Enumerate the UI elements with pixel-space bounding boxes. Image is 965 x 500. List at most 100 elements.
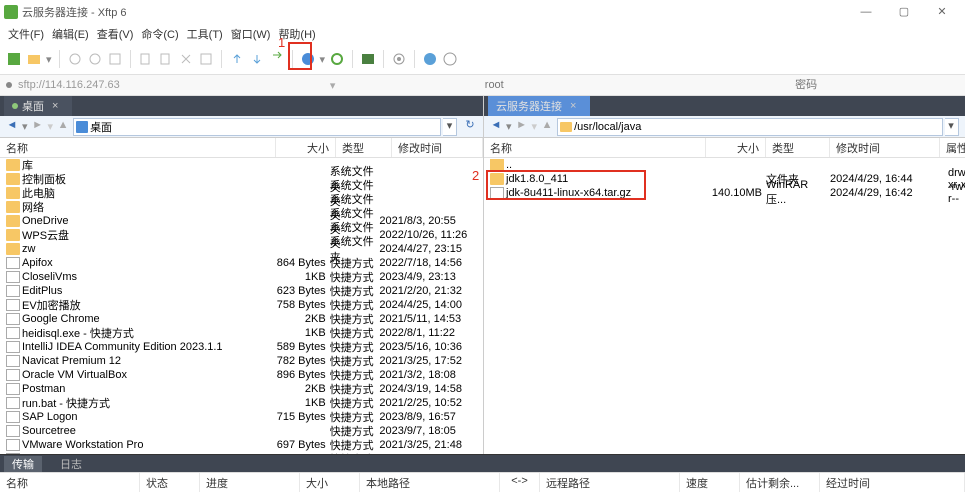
refresh-icon[interactable]	[329, 51, 345, 67]
address-bar: ▾	[0, 74, 965, 96]
st-status[interactable]: 状态	[140, 473, 200, 492]
local-path-box[interactable]: 桌面	[73, 118, 441, 136]
st-name[interactable]: 名称	[0, 473, 140, 492]
copy-icon[interactable]	[138, 51, 154, 67]
list-item[interactable]: VMware Workstation Pro697 Bytes快捷方式2021/…	[0, 438, 483, 452]
list-item[interactable]: IntelliJ IDEA Community Edition 2023.1.1…	[0, 340, 483, 354]
path-dropdown-icon[interactable]: ▾	[443, 118, 457, 136]
open-icon[interactable]	[26, 51, 42, 67]
terminal-icon[interactable]	[360, 51, 376, 67]
help-icon[interactable]	[422, 51, 438, 67]
reconnect-icon[interactable]	[107, 51, 123, 67]
password-input[interactable]	[653, 79, 959, 91]
rcol-attr[interactable]: 属性	[940, 138, 965, 157]
forward-icon[interactable]: ►	[30, 119, 46, 135]
list-item[interactable]: Google Chrome2KB快捷方式2021/5/11, 14:53	[0, 312, 483, 326]
remote-up-icon[interactable]: ▲	[539, 119, 555, 135]
remote-file-list[interactable]: ..jdk1.8.0_411文件夹2024/4/29, 16:44drwxr-x…	[484, 158, 965, 454]
list-item[interactable]: Apifox864 Bytes快捷方式2022/7/18, 14:56	[0, 256, 483, 270]
maximize-button[interactable]: ▢	[885, 2, 923, 22]
disconnect-icon[interactable]	[87, 51, 103, 67]
new-session-icon[interactable]	[6, 51, 22, 67]
list-item[interactable]: 网络系统文件夹	[0, 200, 483, 214]
item-name: 网络	[22, 199, 44, 215]
log-tab[interactable]: 日志	[52, 456, 90, 472]
remote-tab[interactable]: 云服务器连接 ×	[488, 96, 590, 116]
settings-icon[interactable]	[391, 51, 407, 67]
col-type[interactable]: 类型	[336, 138, 392, 157]
list-item[interactable]: EditPlus623 Bytes快捷方式2021/2/20, 21:32	[0, 284, 483, 298]
st-dir[interactable]: <->	[500, 473, 540, 492]
list-item[interactable]: CloseliVms1KB快捷方式2023/4/9, 23:13	[0, 270, 483, 284]
bottom-tabs: 传输 日志	[0, 454, 965, 472]
st-elapsed[interactable]: 经过时间	[820, 473, 965, 492]
list-item[interactable]: OneDrive系统文件夹2021/8/3, 20:55	[0, 214, 483, 228]
rcol-modified[interactable]: 修改时间	[830, 138, 940, 157]
remote-path-box[interactable]: /usr/local/java	[557, 118, 943, 136]
local-refresh-icon[interactable]: ↻	[461, 118, 479, 136]
item-name: SAP Logon	[22, 411, 77, 423]
list-item[interactable]: Postman2KB快捷方式2024/3/19, 14:58	[0, 382, 483, 396]
list-item[interactable]: run.bat - 快捷方式1KB快捷方式2021/2/25, 10:52	[0, 396, 483, 410]
menu-edit[interactable]: 编辑(E)	[50, 26, 91, 42]
up-icon[interactable]: ▲	[55, 119, 71, 135]
list-item[interactable]: SAP Logon715 Bytes快捷方式2023/8/9, 16:57	[0, 410, 483, 424]
remote-tab-close[interactable]: ×	[570, 100, 576, 112]
menu-file[interactable]: 文件(F)	[6, 26, 46, 42]
st-local[interactable]: 本地路径	[360, 473, 500, 492]
item-attr: -rw-r--r--	[940, 181, 965, 205]
sync-icon[interactable]	[269, 51, 285, 67]
folder-icon	[6, 215, 20, 227]
menu-view[interactable]: 查看(V)	[95, 26, 136, 42]
list-item[interactable]: 控制面板系统文件夹	[0, 172, 483, 186]
remote-forward-icon[interactable]: ►	[514, 119, 530, 135]
col-size[interactable]: 大小	[276, 138, 336, 157]
rcol-size[interactable]: 大小	[706, 138, 766, 157]
list-item[interactable]: Sourcetree快捷方式2023/9/7, 18:05	[0, 424, 483, 438]
upload-icon[interactable]	[229, 51, 245, 67]
delete-icon[interactable]	[198, 51, 214, 67]
download-icon[interactable]	[249, 51, 265, 67]
list-item[interactable]: Oracle VM VirtualBox896 Bytes快捷方式2021/3/…	[0, 368, 483, 382]
list-item[interactable]: heidisql.exe - 快捷方式1KB快捷方式2022/8/1, 11:2…	[0, 326, 483, 340]
user-input[interactable]	[341, 79, 647, 91]
transfer-tab[interactable]: 传输	[4, 456, 42, 472]
list-item[interactable]: 此电脑系统文件夹	[0, 186, 483, 200]
local-tab-label: 桌面	[22, 98, 44, 114]
connect-icon[interactable]	[67, 51, 83, 67]
back-icon[interactable]: ◄	[4, 119, 20, 135]
close-button[interactable]: ✕	[923, 2, 961, 22]
menu-window[interactable]: 窗口(W)	[229, 26, 273, 42]
about-icon[interactable]	[442, 51, 458, 67]
rcol-name[interactable]: 名称	[484, 138, 706, 157]
list-item[interactable]: WPS Office1KB快捷方式2022/8/31, 17:49	[0, 452, 483, 454]
menu-tools[interactable]: 工具(T)	[185, 26, 225, 42]
menu-command[interactable]: 命令(C)	[139, 26, 180, 42]
local-file-list[interactable]: 库控制面板系统文件夹此电脑系统文件夹网络系统文件夹OneDrive系统文件夹20…	[0, 158, 483, 454]
minimize-button[interactable]: —	[847, 2, 885, 22]
remote-header: 名称 大小 类型 修改时间 属性	[484, 138, 965, 158]
paste-icon[interactable]	[158, 51, 174, 67]
list-item[interactable]: 库	[0, 158, 483, 172]
cut-icon[interactable]	[178, 51, 194, 67]
host-input[interactable]	[18, 79, 324, 91]
item-size: 1KB	[276, 271, 330, 283]
local-tab-close[interactable]: ×	[52, 100, 58, 112]
col-name[interactable]: 名称	[0, 138, 276, 157]
st-size[interactable]: 大小	[300, 473, 360, 492]
remote-back-icon[interactable]: ◄	[488, 119, 504, 135]
list-item[interactable]: WPS云盘系统文件夹2022/10/26, 11:26	[0, 228, 483, 242]
annotation-label-2: 2	[472, 168, 479, 183]
list-item[interactable]: EV加密播放758 Bytes快捷方式2024/4/25, 14:00	[0, 298, 483, 312]
local-tab[interactable]: 桌面 ×	[4, 96, 72, 116]
st-progress[interactable]: 进度	[200, 473, 300, 492]
remote-path-dropdown-icon[interactable]: ▾	[945, 118, 959, 136]
st-remaining[interactable]: 估计剩余...	[740, 473, 820, 492]
list-item[interactable]: zw系统文件夹2024/4/27, 23:15	[0, 242, 483, 256]
folder-icon	[6, 243, 20, 255]
col-modified[interactable]: 修改时间	[392, 138, 483, 157]
st-remote[interactable]: 远程路径	[540, 473, 680, 492]
list-item[interactable]: Navicat Premium 12782 Bytes快捷方式2021/3/25…	[0, 354, 483, 368]
st-speed[interactable]: 速度	[680, 473, 740, 492]
rcol-type[interactable]: 类型	[766, 138, 830, 157]
